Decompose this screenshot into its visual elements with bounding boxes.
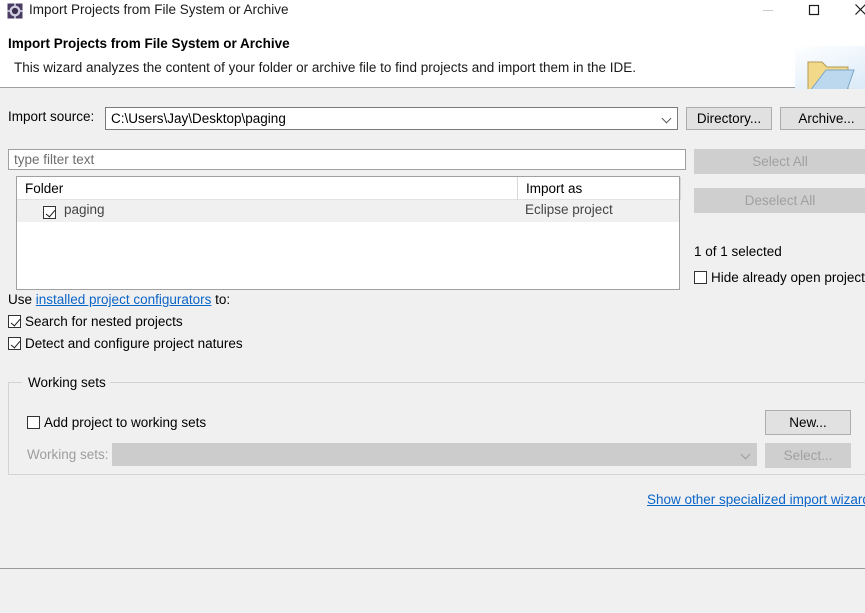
window-title: Import Projects from File System or Arch… bbox=[29, 2, 289, 17]
close-button[interactable] bbox=[837, 0, 865, 22]
checkbox-box bbox=[694, 271, 707, 284]
detect-project-natures-label: Detect and configure project natures bbox=[25, 336, 243, 351]
hide-open-projects-label: Hide already open projects bbox=[711, 270, 865, 285]
close-icon bbox=[854, 3, 865, 19]
row-folder-name: paging bbox=[64, 202, 105, 217]
installed-project-configurators-link[interactable]: installed project configurators bbox=[36, 292, 212, 307]
search-nested-projects-label: Search for nested projects bbox=[25, 314, 183, 329]
table-row[interactable]: paging Eclipse project bbox=[17, 200, 679, 222]
import-source-label: Import source: bbox=[8, 109, 94, 124]
configurators-suffix: to: bbox=[211, 292, 230, 307]
tree-header: Folder Import as bbox=[17, 177, 679, 200]
select-all-button[interactable]: Select All bbox=[694, 149, 865, 174]
chevron-down-icon[interactable] bbox=[658, 108, 677, 129]
page-title: Import Projects from File System or Arch… bbox=[8, 36, 290, 51]
import-wizard-dialog: Import Projects from File System or Arch… bbox=[0, 0, 865, 613]
page-description: This wizard analyzes the content of your… bbox=[14, 60, 636, 75]
filter-placeholder: type filter text bbox=[14, 152, 94, 167]
footer-bar: ? < Back Next > Finish Cancel bbox=[0, 569, 865, 613]
directory-button[interactable]: Directory... bbox=[686, 107, 772, 130]
selection-count: 1 of 1 selected bbox=[694, 244, 782, 259]
import-source-combo[interactable]: C:\Users\Jay\Desktop\paging bbox=[105, 107, 678, 130]
filter-input[interactable]: type filter text bbox=[8, 149, 686, 170]
maximize-button[interactable] bbox=[791, 0, 837, 22]
working-sets-label: Working sets: bbox=[27, 447, 109, 462]
checkbox-box bbox=[8, 315, 21, 328]
detect-project-natures-checkbox[interactable]: Detect and configure project natures bbox=[8, 336, 243, 351]
show-other-import-wizards-link[interactable]: Show other specialized import wizards bbox=[647, 492, 865, 507]
new-working-set-button[interactable]: New... bbox=[765, 410, 851, 435]
working-sets-combo[interactable] bbox=[112, 443, 757, 466]
row-import-as: Eclipse project bbox=[525, 202, 613, 217]
maximize-icon bbox=[808, 4, 820, 19]
wizard-banner: Import Projects from File System or Arch… bbox=[0, 22, 865, 88]
search-nested-projects-checkbox[interactable]: Search for nested projects bbox=[8, 314, 183, 329]
configurators-prefix: Use bbox=[8, 292, 36, 307]
minimize-icon bbox=[762, 4, 774, 19]
add-project-label: Add project to working sets bbox=[44, 415, 206, 430]
checkbox-box bbox=[8, 337, 21, 350]
working-sets-group-title: Working sets bbox=[24, 375, 110, 390]
import-source-value: C:\Users\Jay\Desktop\paging bbox=[111, 111, 286, 126]
select-working-set-button[interactable]: Select... bbox=[765, 443, 851, 468]
add-project-to-working-sets-checkbox[interactable]: Add project to working sets bbox=[27, 415, 206, 430]
eclipse-gear-icon bbox=[7, 3, 23, 19]
projects-tree[interactable]: Folder Import as paging Eclipse project bbox=[16, 176, 680, 290]
group-border-left bbox=[8, 382, 22, 383]
minimize-button[interactable] bbox=[745, 0, 791, 22]
hide-open-projects-checkbox[interactable]: Hide already open projects bbox=[694, 270, 865, 285]
column-header-folder[interactable]: Folder bbox=[17, 177, 518, 200]
checkbox-box bbox=[27, 416, 40, 429]
configurators-line: Use installed project configurators to: bbox=[8, 292, 230, 307]
column-header-import-as[interactable]: Import as bbox=[518, 177, 681, 200]
archive-button[interactable]: Archive... bbox=[780, 107, 865, 130]
row-checkbox[interactable] bbox=[43, 204, 56, 219]
title-bar: Import Projects from File System or Arch… bbox=[0, 0, 865, 22]
deselect-all-button[interactable]: Deselect All bbox=[694, 188, 865, 213]
chevron-down-icon[interactable] bbox=[737, 444, 756, 465]
group-border-right bbox=[105, 382, 865, 383]
